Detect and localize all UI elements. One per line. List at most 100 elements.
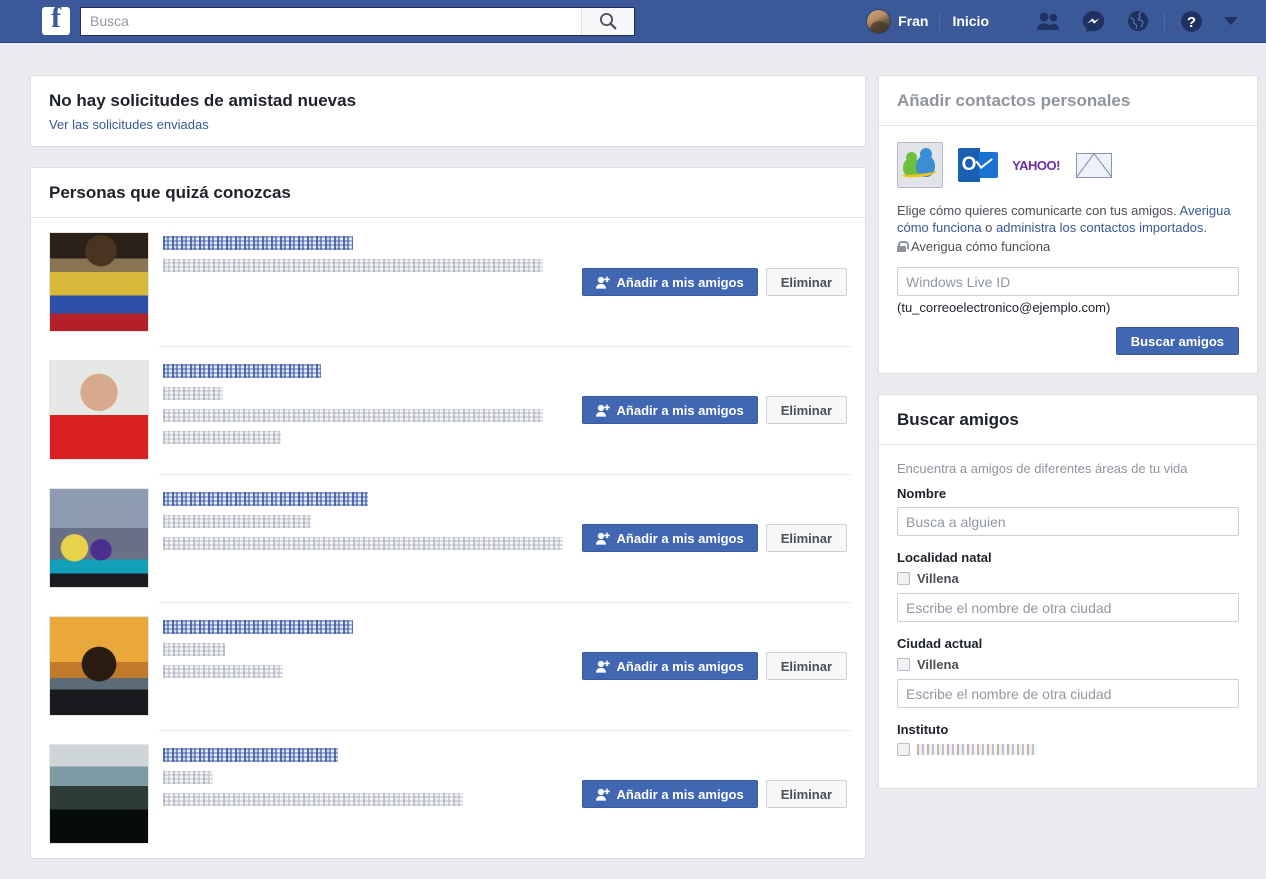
people-you-may-know-card: Personas que quizá conozcas Añadir a mis…: [30, 167, 866, 859]
yahoo-label: YAHOO!: [1012, 158, 1060, 173]
friend-search-field: Localidad natalVillena: [897, 550, 1239, 622]
suggestion-name-link[interactable]: [163, 364, 321, 378]
help-icon: ?: [1180, 10, 1203, 33]
suggestion-detail-line: [163, 409, 543, 422]
suggestions-card-header: Personas que quizá conozcas: [31, 168, 865, 218]
add-friend-button[interactable]: Añadir a mis amigos: [582, 524, 758, 552]
checkbox-label: [917, 744, 1037, 755]
msn-messenger-icon[interactable]: [897, 142, 943, 188]
suggestion-info: [163, 232, 572, 332]
friend-search-card: Buscar amigos Encuentra a amigos de dife…: [878, 394, 1258, 789]
checkbox[interactable]: [897, 743, 910, 756]
add-friend-label: Añadir a mis amigos: [617, 531, 744, 546]
suggestion-name-link[interactable]: [163, 620, 353, 634]
remove-suggestion-button[interactable]: Eliminar: [766, 396, 847, 424]
suggestion-detail-line: [163, 793, 463, 806]
suggestion-name-link[interactable]: [163, 236, 353, 250]
page-title: No hay solicitudes de amistad nuevas: [49, 91, 847, 111]
avatar[interactable]: [49, 232, 149, 332]
avatar[interactable]: [49, 744, 149, 844]
field-label: Ciudad actual: [897, 636, 1239, 651]
messenger-icon: [1082, 10, 1105, 33]
remove-suggestion-button[interactable]: Eliminar: [766, 780, 847, 808]
table-row: Añadir a mis amigos Eliminar: [31, 218, 865, 346]
friend-search-card-body: Encuentra a amigos de diferentes áreas d…: [879, 445, 1257, 788]
page-content: No hay solicitudes de amistad nuevas Ver…: [0, 43, 1266, 850]
remove-suggestion-button[interactable]: Eliminar: [766, 652, 847, 680]
friend-search-fields: Nombre Localidad natalVillena Ciudad actua…: [897, 486, 1239, 756]
table-row: Añadir a mis amigos Eliminar: [31, 474, 865, 602]
field-label: Instituto: [897, 722, 1239, 737]
field-input[interactable]: [897, 507, 1239, 536]
field-input[interactable]: [897, 593, 1239, 622]
other-email-icon[interactable]: [1071, 142, 1117, 188]
yahoo-icon[interactable]: YAHOO!: [1013, 142, 1059, 188]
contacts-description: Elige cómo quieres comunicarte con tus a…: [897, 202, 1239, 236]
home-link[interactable]: Inicio: [944, 13, 997, 29]
add-friend-icon: [596, 404, 610, 417]
table-row: Añadir a mis amigos Eliminar: [31, 730, 865, 858]
checkbox-row[interactable]: Villena: [897, 657, 1239, 672]
lock-icon: [897, 241, 906, 252]
facebook-logo-icon[interactable]: [42, 7, 70, 35]
account-caret-icon[interactable]: [1224, 17, 1238, 25]
friend-search-field: Instituto: [897, 722, 1239, 756]
globe-notifications-button[interactable]: [1116, 10, 1160, 32]
avatar[interactable]: [49, 360, 149, 460]
svg-text:?: ?: [1187, 14, 1196, 31]
suggestion-name-link[interactable]: [163, 492, 368, 506]
suggestion-actions: Añadir a mis amigos Eliminar: [582, 488, 847, 588]
add-friend-button[interactable]: Añadir a mis amigos: [582, 652, 758, 680]
avatar[interactable]: [49, 488, 149, 588]
checkbox[interactable]: [897, 572, 910, 585]
checkbox-label: Villena: [917, 657, 959, 672]
friend-requests-button[interactable]: [1025, 11, 1071, 31]
top-navigation-bar: Fran Inicio: [0, 0, 1266, 43]
add-friend-icon: [596, 532, 610, 545]
suggestions-title: Personas que quizá conozcas: [49, 183, 847, 203]
sent-requests-link[interactable]: Ver las solicitudes enviadas: [49, 117, 847, 132]
profile-name: Fran: [898, 13, 928, 29]
checkbox-row[interactable]: [897, 743, 1239, 756]
avatar[interactable]: [49, 616, 149, 716]
search-button[interactable]: [581, 8, 634, 35]
envelope-glyph: [1076, 153, 1112, 178]
remove-suggestion-button[interactable]: Eliminar: [766, 524, 847, 552]
suggestion-info: [163, 488, 572, 588]
add-friend-button[interactable]: Añadir a mis amigos: [582, 780, 758, 808]
add-friend-button[interactable]: Añadir a mis amigos: [582, 268, 758, 296]
suggestion-actions: Añadir a mis amigos Eliminar: [582, 360, 847, 460]
contacts-card-body: O YAHOO! Elige cómo quieres comunicarte …: [879, 126, 1257, 373]
avatar: [866, 9, 891, 34]
outlook-icon[interactable]: O: [955, 142, 1001, 188]
suggestion-detail-line: [163, 259, 543, 272]
suggestion-info: [163, 616, 572, 716]
contact-service-list: O YAHOO!: [897, 142, 1239, 188]
profile-link[interactable]: Fran: [859, 6, 935, 36]
suggestion-info: [163, 360, 572, 460]
table-row: Añadir a mis amigos Eliminar: [31, 602, 865, 730]
search-input[interactable]: [81, 8, 581, 35]
windows-live-id-input[interactable]: [897, 267, 1239, 296]
find-friends-submit-button[interactable]: Buscar amigos: [1116, 327, 1239, 355]
checkbox[interactable]: [897, 658, 910, 671]
messenger-button[interactable]: [1071, 10, 1116, 33]
field-label: Nombre: [897, 486, 1239, 501]
add-friend-label: Añadir a mis amigos: [617, 275, 744, 290]
privacy-note-label: Averigua cómo funciona: [911, 239, 1050, 254]
manage-imported-contacts-link[interactable]: administra los contactos importados: [996, 220, 1203, 235]
msn-messenger-glyph: [903, 152, 937, 178]
suggestion-name-link[interactable]: [163, 748, 338, 762]
desc-or: o: [982, 220, 996, 235]
field-input[interactable]: [897, 679, 1239, 708]
add-friend-button[interactable]: Añadir a mis amigos: [582, 396, 758, 424]
suggestion-detail-line: [163, 771, 213, 784]
remove-suggestion-button[interactable]: Eliminar: [766, 268, 847, 296]
suggestion-info: [163, 744, 572, 844]
add-friend-icon: [596, 660, 610, 673]
desc-period: .: [1203, 220, 1207, 235]
add-friend-label: Añadir a mis amigos: [617, 659, 744, 674]
help-button[interactable]: ?: [1169, 10, 1214, 33]
friend-requests-icon: [1036, 11, 1060, 31]
checkbox-row[interactable]: Villena: [897, 571, 1239, 586]
